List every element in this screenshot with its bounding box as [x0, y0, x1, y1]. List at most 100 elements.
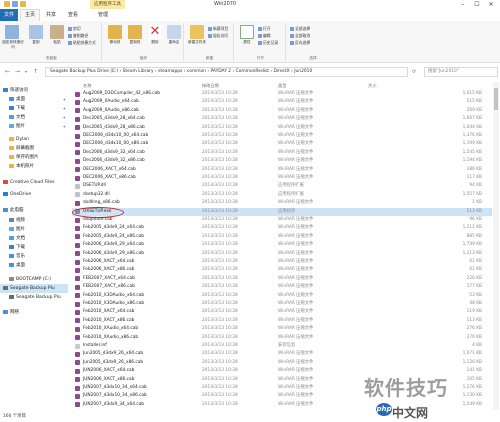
refresh-icon[interactable]: ⟳ [412, 68, 416, 76]
nav-item[interactable]: 快速访问 [0, 86, 68, 95]
select-all-button[interactable]: 全部选择 [290, 26, 310, 31]
edit-button[interactable]: 编辑 [258, 33, 271, 38]
copy-to-icon[interactable] [128, 25, 142, 39]
pin-icon[interactable] [5, 25, 19, 39]
invert-selection-button[interactable]: 反向选择 [290, 40, 310, 45]
new-folder-label[interactable]: 新建文件夹 [186, 40, 208, 45]
nav-item[interactable]: 桌面 [0, 261, 68, 270]
nav-item[interactable]: Dylan [0, 135, 68, 144]
tab-share[interactable]: 共享 [42, 10, 60, 20]
column-type[interactable]: 类型 [278, 82, 286, 90]
copy-button-label[interactable]: 复制 [26, 40, 46, 45]
column-name[interactable]: 名称 [83, 82, 91, 90]
file-row[interactable]: Aug2009_D3DCompiler_42_x86.cab 2013/3/13 … [72, 90, 492, 98]
nav-item[interactable]: Seagate Backup Plu [0, 284, 68, 293]
paste-shortcut-button[interactable]: 粘贴快捷方式 [68, 40, 96, 45]
file-row[interactable]: JUN2007_d3dx9_34_x64.cab 2013/3/13 10:28 W… [72, 401, 492, 409]
nav-item[interactable]: BOOTCAMP (C:) [0, 275, 68, 284]
close-button[interactable]: ✕ [484, 0, 498, 9]
file-row[interactable]: Feb2006_d3dx9_29_x64.cab 2013/3/13 10:28 W… [72, 241, 492, 249]
up-arrow-icon[interactable]: ↑ [33, 68, 38, 76]
maximize-button[interactable]: ☐ [470, 0, 484, 9]
pin-button-label[interactable]: 固定到快速访问 [2, 40, 24, 49]
file-row[interactable]: FEB2007_XACT_x64.cab 2013/3/13 10:28 WinRA… [72, 275, 492, 283]
delete-icon[interactable]: ✕ [148, 25, 162, 39]
copy-path-button[interactable]: 复制路径 [68, 33, 88, 38]
file-row[interactable]: dsetup32.dll 2013/3/13 10:28 应用程序扩展 1,557 K… [72, 191, 492, 199]
file-row[interactable]: dxupdate.cab 2013/3/13 10:28 WinRAR 压缩文件 96… [72, 216, 492, 224]
file-row[interactable]: DEC2006_XACT_x86.cab 2013/3/13 10:28 WinRA… [72, 174, 492, 182]
file-row[interactable]: Dec2006_d3dx9_32_x86.cab 2013/3/13 10:28 W… [72, 157, 492, 165]
move-to-label[interactable]: 移动到 [104, 40, 126, 45]
select-none-button[interactable]: 全部取消 [290, 33, 310, 38]
nav-item[interactable]: 此电脑 [0, 206, 68, 215]
search-input[interactable]: 搜索"Jun2010" [424, 67, 498, 77]
file-row[interactable]: DEC2006_d3dx10_00_x86.cab 2013/3/13 10:28… [72, 140, 492, 148]
file-row[interactable]: DXSETUP.exe 2013/3/13 10:28 应用程序 513 KB [72, 207, 492, 216]
nav-item[interactable]: Creative Cloud Files [0, 178, 68, 187]
file-row[interactable]: Feb2005_d3dx9_24_x86.cab 2013/3/13 10:28 W… [72, 233, 492, 241]
nav-item[interactable]: 本机照片 [0, 162, 68, 171]
properties-icon[interactable] [12, 1, 18, 7]
rename-icon[interactable] [167, 25, 181, 39]
nav-item[interactable]: 图片 ✦ [0, 122, 68, 131]
column-date[interactable]: 修改日期 [202, 82, 219, 90]
vertical-scrollbar[interactable] [493, 82, 499, 410]
file-row[interactable]: Feb2006_d3dx9_29_x86.cab 2013/3/13 10:28 W… [72, 250, 492, 258]
folder-icon[interactable] [4, 1, 10, 7]
file-row[interactable]: Aug2009_XAudio_x64.cab 2013/3/13 10:28 Win… [72, 98, 492, 106]
file-row[interactable]: FEB2007_XACT_x86.cab 2013/3/13 10:28 WinRA… [72, 283, 492, 291]
nav-item[interactable]: 音乐 [0, 252, 68, 261]
file-row[interactable]: Aug2009_XAudio_x86.cab 2013/3/13 10:28 Win… [72, 107, 492, 115]
nav-item[interactable]: 图片 [0, 225, 68, 234]
file-row[interactable]: Feb2010_X3DAudio_x64.cab 2013/3/13 10:28 W… [72, 292, 492, 300]
tab-home[interactable]: 主页 [20, 9, 41, 21]
nav-item[interactable]: 保存的图片 [0, 153, 68, 162]
file-row[interactable]: Feb2010_XAudio_x86.cab 2013/3/13 10:28 Win… [72, 334, 492, 342]
file-row[interactable]: Jun2005_d3dx9_26_x64.cab 2013/3/13 10:28 W… [72, 350, 492, 358]
nav-item[interactable]: 视频 [0, 216, 68, 225]
new-item-button[interactable]: 新建项目 [208, 26, 228, 31]
minimize-button[interactable]: – [456, 0, 470, 9]
forward-arrow-icon[interactable]: → [15, 68, 20, 76]
file-row[interactable]: DEC2006_XACT_x64.cab 2013/3/13 10:28 WinRA… [72, 166, 492, 174]
file-row[interactable]: Feb2006_XACT_x64.cab 2013/3/13 10:28 WinRA… [72, 258, 492, 266]
scrollbar-thumb[interactable] [494, 88, 498, 110]
file-row[interactable]: DSETUP.dll 2013/3/13 10:28 应用程序扩展 94 KB [72, 182, 492, 190]
file-row[interactable]: Feb2010_XACT_x86.cab 2013/3/13 10:28 WinRA… [72, 317, 492, 325]
nav-item[interactable]: OneDrive [0, 190, 68, 199]
file-row[interactable]: Dec2005_d3dx9_28_x64.cab 2013/3/13 10:28 W… [72, 115, 492, 123]
tab-view[interactable]: 查看 [64, 10, 82, 20]
open-button[interactable]: 打开 [258, 26, 271, 31]
properties-label[interactable]: 属性 [236, 40, 258, 45]
cut-button[interactable]: 剪切 [68, 26, 81, 31]
easy-access-button[interactable]: 轻松访问 [208, 33, 228, 38]
nav-item[interactable]: Seagate Backup Plu [0, 293, 68, 302]
column-size[interactable]: 大小 [368, 82, 376, 90]
tab-manage[interactable]: 管理 [94, 10, 112, 20]
file-row[interactable]: dxdllreg_x86.cab 2013/3/13 10:28 WinRAR 压缩… [72, 199, 492, 207]
paste-icon[interactable] [50, 25, 64, 39]
file-row[interactable]: Feb2006_XACT_x86.cab 2013/3/13 10:28 WinRA… [72, 266, 492, 274]
file-row[interactable]: Feb2010_XACT_x64.cab 2013/3/13 10:28 WinRA… [72, 308, 492, 316]
file-row[interactable]: Feb2005_d3dx9_24_x64.cab 2013/3/13 10:28 W… [72, 224, 492, 232]
history-button[interactable]: 历史记录 [258, 40, 278, 45]
nav-item[interactable]: 桌面 ✦ [0, 95, 68, 104]
tab-file[interactable]: 文件 [0, 9, 19, 21]
copy-icon[interactable] [29, 25, 43, 39]
nav-item[interactable]: 下载 [0, 243, 68, 252]
file-row[interactable]: Dec2006_d3dx9_32_x64.cab 2013/3/13 10:28 W… [72, 149, 492, 157]
properties-check-icon[interactable] [240, 25, 254, 39]
new-folder-icon[interactable] [190, 25, 204, 39]
file-row[interactable]: DEC2006_d3dx10_00_x64.cab 2013/3/13 10:28… [72, 132, 492, 140]
nav-item[interactable]: 文档 [0, 234, 68, 243]
recent-chevron-icon[interactable]: ▾ [25, 68, 27, 76]
nav-item[interactable]: 屏幕截图 [0, 144, 68, 153]
nav-item[interactable]: 文档 ✦ [0, 113, 68, 122]
rename-label[interactable]: 重命名 [162, 40, 186, 45]
file-row[interactable]: Installer.inf 2013/3/13 10:28 安装信息 4 KB [72, 342, 492, 350]
file-row[interactable]: Feb2010_XAudio_x64.cab 2013/3/13 10:28 Win… [72, 325, 492, 333]
file-row[interactable]: Jun2005_d3dx9_26_x86.cab 2013/3/13 10:28 W… [72, 359, 492, 367]
nav-item[interactable]: 网络 [0, 308, 68, 317]
back-arrow-icon[interactable]: ← [5, 68, 10, 76]
